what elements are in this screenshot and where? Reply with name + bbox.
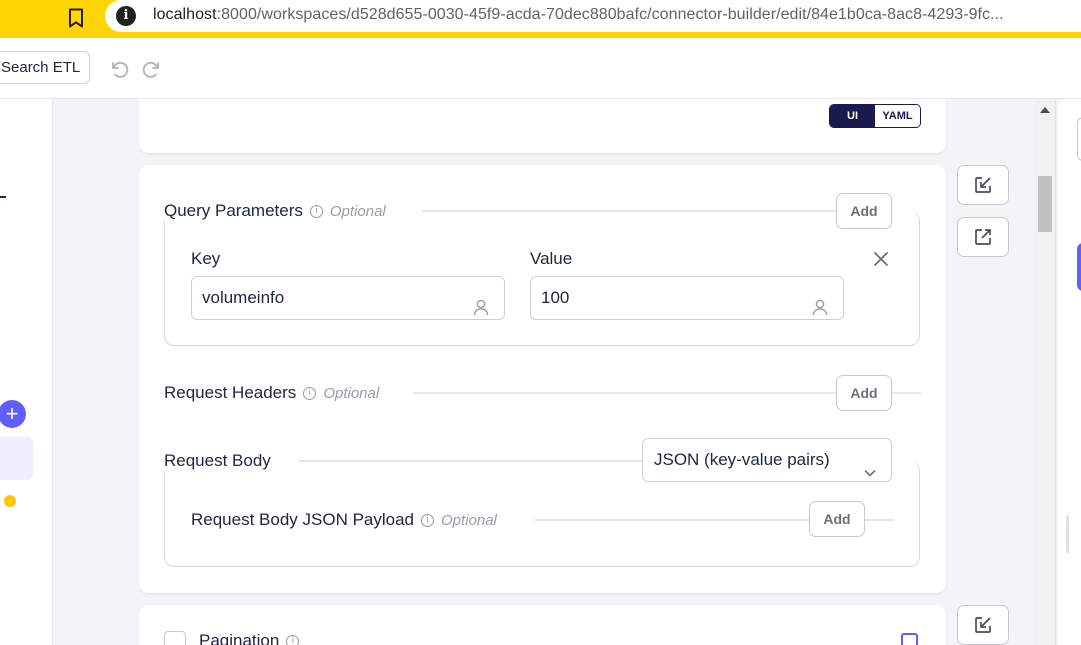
add-payload-button[interactable]: Add (809, 501, 865, 537)
query-params-title: Query Parameters i Optional (164, 201, 394, 221)
add-request-header-button[interactable]: Add (836, 375, 892, 411)
pagination-checkbox[interactable] (164, 631, 186, 645)
sidebar-marker (0, 196, 6, 198)
top-toolbar: Search ETL (0, 38, 1081, 99)
value-label: Value (530, 249, 573, 268)
url-text[interactable]: localhost:8000/workspaces/d528d655-0030-… (153, 6, 1004, 24)
select-value: JSON (key-value pairs) (654, 450, 830, 469)
right-panel-resize-handle[interactable] (1066, 515, 1069, 553)
request-options-card: Query Parameters i Optional Add Key Valu… (139, 165, 946, 593)
info-icon[interactable]: i (303, 386, 317, 400)
sidebar-item-selected[interactable] (0, 437, 33, 480)
site-info-icon[interactable]: i (116, 6, 136, 26)
info-icon[interactable]: i (286, 634, 300, 645)
add-stream-icon[interactable]: + (0, 400, 26, 428)
right-panel-primary-button[interactable] (1077, 243, 1081, 291)
key-input-value: volumeinfo (202, 288, 285, 307)
request-headers-title: Request Headers i Optional (164, 383, 388, 403)
form-icon[interactable] (901, 633, 918, 645)
bookmark-icon[interactable] (62, 4, 90, 32)
right-panel-button[interactable] (1077, 117, 1081, 161)
request-body-type-select[interactable]: JSON (key-value pairs) (642, 438, 892, 482)
info-icon[interactable]: i (309, 204, 323, 218)
pagination-card: Pagination i (139, 605, 946, 645)
redo-icon[interactable] (139, 56, 165, 82)
right-panel (1055, 99, 1081, 645)
view-mode-toggle[interactable]: UI YAML (829, 104, 921, 128)
scroll-up-icon[interactable] (1040, 107, 1050, 113)
open-external-icon[interactable] (957, 217, 1009, 257)
value-input-value: 100 (541, 288, 570, 307)
key-label: Key (191, 249, 221, 268)
pagination-title: Pagination i (199, 631, 300, 645)
edit-icon[interactable] (957, 605, 1009, 645)
search-button[interactable]: Search ETL (0, 51, 91, 84)
status-dot (4, 495, 16, 507)
global-config-card: UI YAML (139, 99, 946, 153)
info-icon[interactable]: i (421, 513, 435, 527)
edit-icon[interactable] (957, 165, 1009, 205)
left-sidebar: + (0, 99, 53, 645)
right-panel-content (1058, 99, 1081, 645)
add-query-param-button[interactable]: Add (836, 193, 892, 229)
user-icon[interactable] (472, 290, 490, 316)
browser-address-bar: i localhost:8000/workspaces/d528d655-003… (0, 0, 1081, 38)
chevron-down-icon (863, 454, 877, 477)
undo-icon[interactable] (106, 56, 132, 82)
close-icon[interactable] (871, 249, 891, 269)
scroll-thumb[interactable] (1038, 176, 1052, 232)
user-icon[interactable] (811, 290, 829, 316)
query-param-value-input[interactable]: 100 (530, 276, 844, 320)
ui-mode-button[interactable]: UI (830, 105, 875, 127)
yaml-mode-button[interactable]: YAML (875, 105, 920, 127)
request-body-payload-title: Request Body JSON Payload i Optional (191, 510, 505, 530)
query-param-key-input[interactable]: volumeinfo (191, 276, 505, 320)
request-body-title: Request Body (164, 451, 279, 471)
vertical-scrollbar[interactable] (1035, 99, 1055, 645)
